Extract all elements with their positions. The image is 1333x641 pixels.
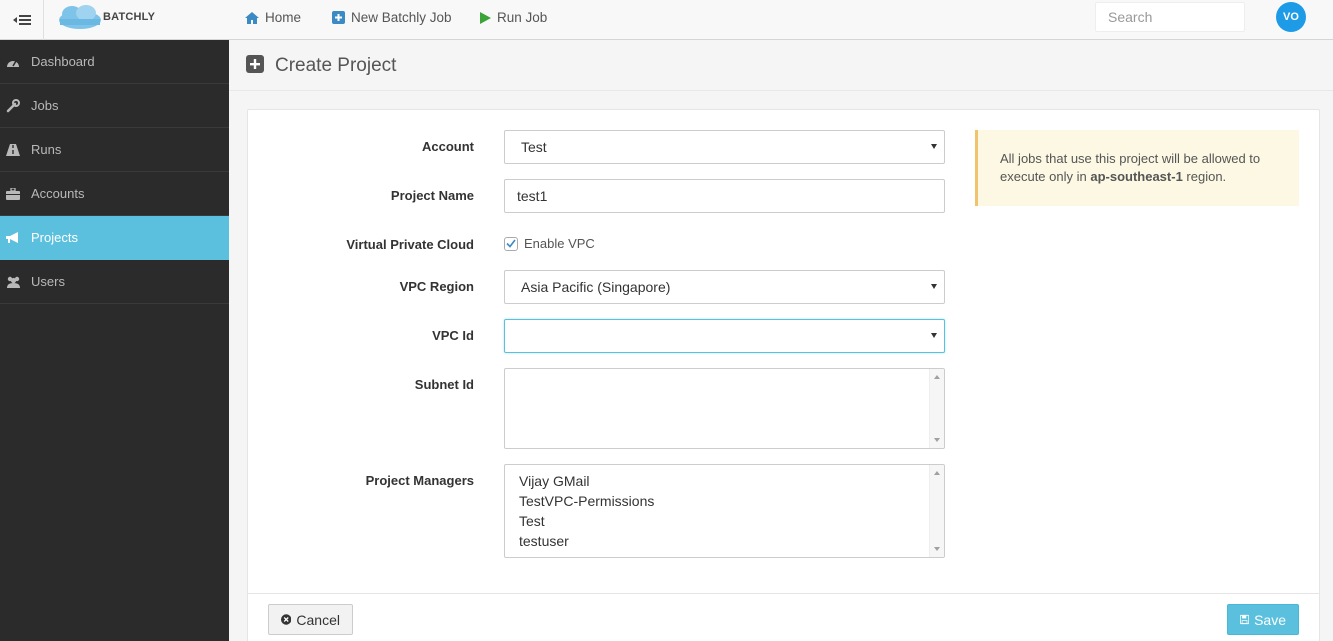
scroll-down-icon (934, 438, 940, 442)
nav-new-batchly-job-link[interactable]: New Batchly Job (332, 10, 452, 25)
top-navbar: BATCHLY Home New Batchly Job Run Job VO (0, 0, 1333, 40)
sidebar-item-label: Accounts (31, 186, 85, 201)
subnet-id-label: Subnet Id (414, 377, 474, 392)
checkmark-icon (506, 239, 516, 248)
search-input[interactable] (1095, 2, 1245, 32)
project-name-input[interactable]: test1 (504, 179, 945, 213)
road-icon (6, 143, 20, 156)
floppy-disk-icon (1240, 614, 1250, 625)
alert-text-after: region. (1182, 169, 1227, 184)
sidebar-toggle-button[interactable] (0, 0, 44, 40)
caret-down-icon (931, 284, 937, 289)
brand-name: BATCHLY (103, 11, 156, 23)
sidebar-item-dashboard[interactable]: Dashboard (0, 40, 229, 84)
user-avatar[interactable]: VO (1276, 2, 1306, 32)
save-label: Save (1254, 611, 1286, 628)
vpc-label: Virtual Private Cloud (346, 237, 474, 252)
list-item[interactable]: Vijay GMail (505, 471, 944, 491)
save-button[interactable]: Save (1227, 604, 1299, 635)
sidebar-item-label: Dashboard (31, 54, 95, 69)
subnet-id-listbox[interactable] (504, 368, 945, 449)
sidebar-item-label: Users (31, 274, 65, 289)
account-label: Account (422, 139, 474, 154)
batchly-logo-icon (59, 5, 101, 29)
play-icon (480, 11, 491, 24)
sidebar-item-projects[interactable]: Projects (0, 216, 229, 260)
dashboard-icon (7, 60, 19, 67)
plus-square-icon (246, 55, 264, 73)
project-managers-listbox[interactable]: Vijay GMail TestVPC-Permissions Test tes… (504, 464, 945, 558)
sidebar-item-label: Runs (31, 142, 62, 157)
checkbox[interactable] (504, 236, 518, 251)
account-select-value: Test (521, 139, 547, 155)
home-icon (245, 11, 259, 24)
sidebar-item-users[interactable]: Users (0, 260, 229, 304)
scroll-down-icon (934, 547, 940, 551)
cancel-button[interactable]: Cancel (268, 604, 353, 635)
project-name-label: Project Name (390, 188, 474, 203)
project-name-value: test1 (517, 188, 548, 204)
vpc-id-label: VPC Id (432, 328, 474, 343)
list-item[interactable]: TestVPC-Permissions (505, 491, 944, 511)
sidebar-item-label: Jobs (31, 98, 59, 113)
sidebar-item-label: Projects (31, 230, 78, 245)
times-circle-icon (281, 614, 292, 625)
caret-down-icon (931, 144, 937, 149)
list-item[interactable]: testuser (505, 531, 944, 551)
nav-new-batchly-job-label: New Batchly Job (351, 10, 452, 25)
scroll-up-icon (934, 471, 940, 475)
nav-run-job-label: Run Job (497, 10, 548, 25)
region-warning-alert: All jobs that use this project will be a… (975, 130, 1299, 206)
caret-down-icon (931, 333, 937, 338)
wrench-icon (6, 98, 20, 112)
project-managers-scrollbar[interactable] (929, 465, 944, 557)
alert-region: ap-southeast-1 (1090, 169, 1183, 184)
vpc-region-value: Asia Pacific (Singapore) (521, 279, 671, 295)
enable-vpc-checkbox[interactable]: Enable VPC (504, 236, 595, 251)
sidebar-item-jobs[interactable]: Jobs (0, 84, 229, 128)
account-select[interactable]: Test (504, 130, 945, 164)
panel-footer (247, 593, 1320, 641)
list-item[interactable]: Test (505, 511, 944, 531)
plus-square-icon (332, 11, 345, 24)
briefcase-icon (6, 187, 20, 200)
nav-run-job-link[interactable]: Run Job (480, 10, 547, 25)
sidebar: Dashboard Jobs Runs Accounts Projects Us… (0, 40, 229, 641)
subnet-scrollbar[interactable] (929, 369, 944, 448)
page-header: Create Project (229, 40, 1333, 91)
sidebar-item-runs[interactable]: Runs (0, 128, 229, 172)
users-icon (7, 276, 20, 288)
enable-vpc-label: Enable VPC (524, 236, 595, 251)
sidebar-item-accounts[interactable]: Accounts (0, 172, 229, 216)
vpc-id-select[interactable] (504, 319, 945, 353)
bullhorn-icon (6, 231, 18, 243)
nav-home-link[interactable]: Home (245, 10, 301, 25)
page-title: Create Project (275, 55, 397, 76)
scroll-up-icon (934, 375, 940, 379)
project-managers-label: Project Managers (365, 473, 474, 488)
vpc-region-select[interactable]: Asia Pacific (Singapore) (504, 270, 945, 304)
menu-collapse-icon (12, 15, 31, 25)
vpc-region-label: VPC Region (399, 279, 474, 294)
cancel-label: Cancel (296, 611, 340, 628)
nav-home-label: Home (265, 10, 302, 25)
